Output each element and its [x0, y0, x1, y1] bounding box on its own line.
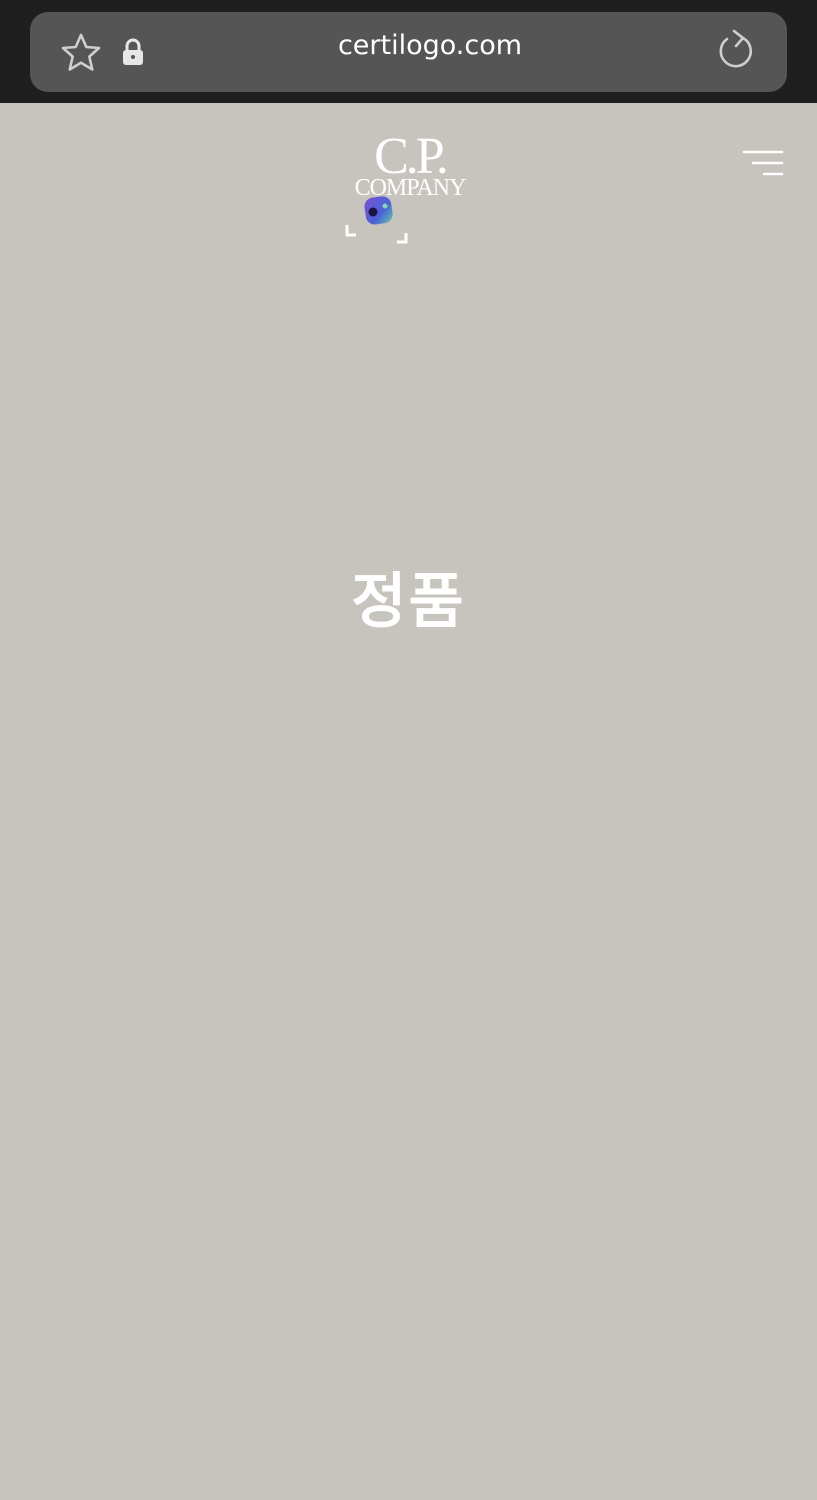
authenticity-status: 정품 [351, 567, 466, 637]
reload-icon[interactable] [715, 29, 757, 73]
star-icon[interactable] [60, 32, 102, 74]
hamburger-menu-icon[interactable] [742, 147, 784, 179]
url-text[interactable]: certilogo.com [260, 30, 600, 61]
scan-camera-icon[interactable] [345, 195, 409, 245]
page-content: C.P. COMPANY 정품 [0, 103, 817, 1500]
browser-chrome: certilogo.com [0, 0, 817, 103]
lock-icon [123, 38, 143, 65]
